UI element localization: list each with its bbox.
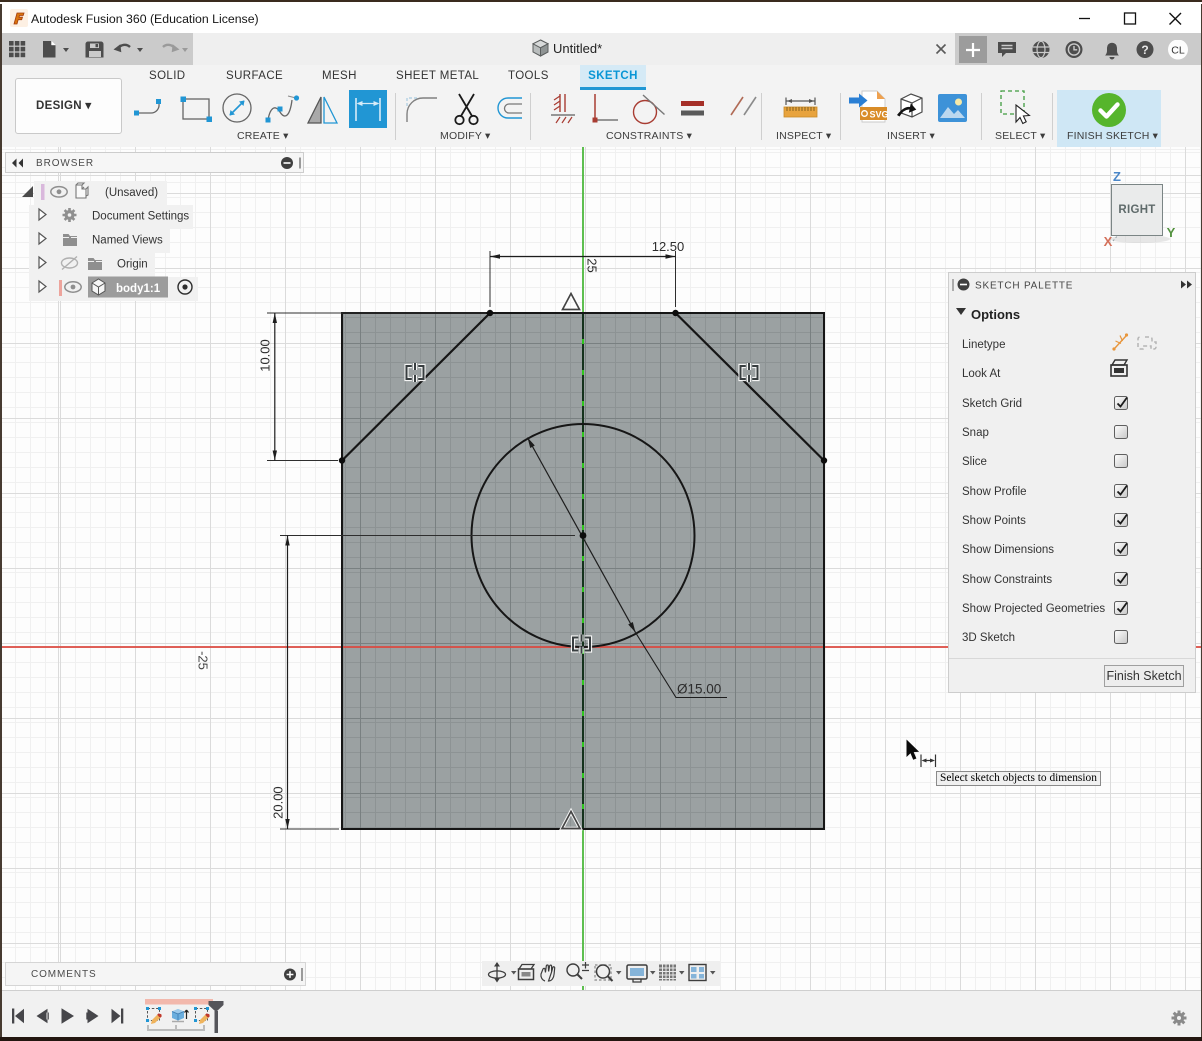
svg-text:20.00: 20.00 — [271, 786, 286, 819]
svg-text:Y: Y — [1167, 225, 1176, 240]
svg-text:?: ? — [1141, 43, 1148, 57]
svg-text:Document Settings: Document Settings — [92, 211, 189, 223]
svg-text:X: X — [1104, 234, 1113, 249]
svg-text:Origin: Origin — [117, 259, 148, 271]
svg-text:10.00: 10.00 — [258, 339, 273, 372]
svg-text:25: 25 — [585, 258, 600, 272]
svg-text:Named Views: Named Views — [92, 235, 163, 247]
svg-text:body1:1: body1:1 — [116, 283, 161, 295]
svg-text:Z: Z — [1113, 169, 1121, 184]
svg-text:SVG: SVG — [870, 110, 889, 120]
svg-text:-25: -25 — [196, 651, 211, 670]
svg-text:(Unsaved): (Unsaved) — [105, 187, 158, 199]
svg-text:12.50: 12.50 — [652, 239, 685, 254]
svg-text:CL: CL — [1171, 45, 1185, 57]
svg-text:Options: Options — [971, 307, 1020, 322]
svg-text:SKETCH PALETTE: SKETCH PALETTE — [975, 281, 1073, 292]
svg-text:Ø15.00: Ø15.00 — [677, 682, 721, 697]
